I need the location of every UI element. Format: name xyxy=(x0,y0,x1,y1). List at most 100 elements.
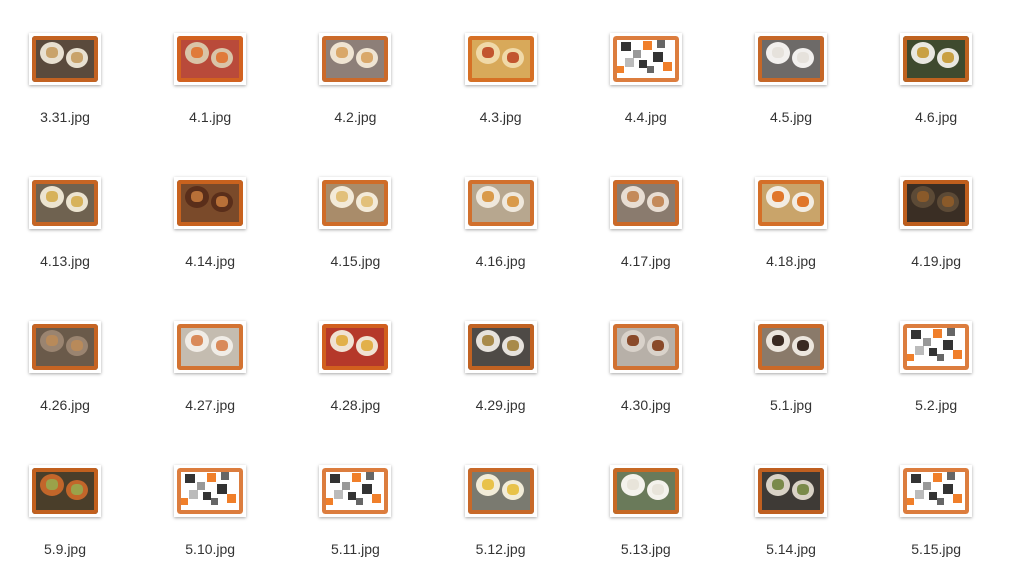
file-name-label[interactable]: 4.26.jpg xyxy=(5,397,125,413)
file-name-label[interactable]: 4.15.jpg xyxy=(295,253,415,269)
food-photo-icon xyxy=(758,324,824,370)
file-name-label[interactable]: 4.17.jpg xyxy=(586,253,706,269)
file-thumbnail[interactable] xyxy=(900,321,972,373)
food-photo-icon xyxy=(758,180,824,226)
file-thumbnail[interactable] xyxy=(900,177,972,229)
food-photo-icon xyxy=(613,180,679,226)
file-thumbnail[interactable] xyxy=(755,465,827,517)
food-photo-icon xyxy=(322,324,388,370)
file-thumbnail[interactable] xyxy=(900,465,972,517)
file-name-label[interactable]: 4.30.jpg xyxy=(586,397,706,413)
file-name-label[interactable]: 4.29.jpg xyxy=(441,397,561,413)
file-thumbnail[interactable] xyxy=(174,321,246,373)
file-thumbnail[interactable] xyxy=(319,177,391,229)
food-photo-icon xyxy=(322,36,388,82)
food-photo-icon xyxy=(903,180,969,226)
food-photo-icon xyxy=(32,180,98,226)
file-item[interactable]: 5.12.jpg xyxy=(441,465,561,585)
file-name-label[interactable]: 5.9.jpg xyxy=(5,541,125,557)
file-name-label[interactable]: 4.2.jpg xyxy=(295,109,415,125)
file-item[interactable]: 5.14.jpg xyxy=(731,465,851,585)
file-name-label[interactable]: 4.5.jpg xyxy=(731,109,851,125)
file-name-label[interactable]: 4.1.jpg xyxy=(150,109,270,125)
file-thumbnail[interactable] xyxy=(610,321,682,373)
file-item[interactable]: 5.1.jpg xyxy=(731,321,851,441)
file-thumbnail[interactable] xyxy=(174,177,246,229)
file-name-label[interactable]: 4.14.jpg xyxy=(150,253,270,269)
file-thumbnail[interactable] xyxy=(900,33,972,85)
file-item[interactable]: 4.26.jpg xyxy=(5,321,125,441)
file-name-label[interactable]: 5.13.jpg xyxy=(586,541,706,557)
file-item[interactable]: 4.27.jpg xyxy=(150,321,270,441)
file-name-label[interactable]: 5.11.jpg xyxy=(295,541,415,557)
file-name-label[interactable]: 5.2.jpg xyxy=(876,397,996,413)
file-item[interactable]: 4.18.jpg xyxy=(731,177,851,297)
file-item[interactable]: 5.2.jpg xyxy=(876,321,996,441)
file-thumbnail[interactable] xyxy=(29,465,101,517)
file-name-label[interactable]: 4.13.jpg xyxy=(5,253,125,269)
file-thumbnail[interactable] xyxy=(755,321,827,373)
file-item[interactable]: 4.19.jpg xyxy=(876,177,996,297)
image-placeholder-icon xyxy=(177,468,243,514)
file-name-label[interactable]: 4.27.jpg xyxy=(150,397,270,413)
file-name-label[interactable]: 4.6.jpg xyxy=(876,109,996,125)
file-thumbnail[interactable] xyxy=(610,177,682,229)
food-photo-icon xyxy=(177,36,243,82)
file-name-label[interactable]: 5.1.jpg xyxy=(731,397,851,413)
file-thumbnail[interactable] xyxy=(610,33,682,85)
file-thumbnail[interactable] xyxy=(319,33,391,85)
file-name-label[interactable]: 5.10.jpg xyxy=(150,541,270,557)
image-placeholder-icon xyxy=(322,468,388,514)
file-name-label[interactable]: 4.3.jpg xyxy=(441,109,561,125)
file-item[interactable]: 4.1.jpg xyxy=(150,33,270,153)
file-thumbnail[interactable] xyxy=(465,177,537,229)
file-name-label[interactable]: 4.28.jpg xyxy=(295,397,415,413)
food-photo-icon xyxy=(177,324,243,370)
file-item[interactable]: 4.15.jpg xyxy=(295,177,415,297)
file-item[interactable]: 4.16.jpg xyxy=(441,177,561,297)
file-item[interactable]: 5.11.jpg xyxy=(295,465,415,585)
file-name-label[interactable]: 3.31.jpg xyxy=(5,109,125,125)
file-item[interactable]: 4.2.jpg xyxy=(295,33,415,153)
file-thumbnail[interactable] xyxy=(319,465,391,517)
file-name-label[interactable]: 5.15.jpg xyxy=(876,541,996,557)
file-item[interactable]: 4.28.jpg xyxy=(295,321,415,441)
file-name-label[interactable]: 5.14.jpg xyxy=(731,541,851,557)
file-item[interactable]: 4.14.jpg xyxy=(150,177,270,297)
food-photo-icon xyxy=(32,468,98,514)
file-item[interactable]: 4.6.jpg xyxy=(876,33,996,153)
file-thumbnail[interactable] xyxy=(29,321,101,373)
food-photo-icon xyxy=(903,36,969,82)
file-name-label[interactable]: 4.18.jpg xyxy=(731,253,851,269)
file-thumbnail[interactable] xyxy=(29,177,101,229)
file-thumbnail[interactable] xyxy=(610,465,682,517)
file-item[interactable]: 5.15.jpg xyxy=(876,465,996,585)
file-item[interactable]: 3.31.jpg xyxy=(5,33,125,153)
file-thumbnail[interactable] xyxy=(29,33,101,85)
file-item[interactable]: 4.4.jpg xyxy=(586,33,706,153)
food-photo-icon xyxy=(468,36,534,82)
file-item[interactable]: 4.30.jpg xyxy=(586,321,706,441)
food-photo-icon xyxy=(613,468,679,514)
file-name-label[interactable]: 4.19.jpg xyxy=(876,253,996,269)
file-thumbnail[interactable] xyxy=(465,33,537,85)
file-thumbnail[interactable] xyxy=(465,321,537,373)
file-name-label[interactable]: 5.12.jpg xyxy=(441,541,561,557)
file-thumbnail[interactable] xyxy=(174,465,246,517)
file-name-label[interactable]: 4.16.jpg xyxy=(441,253,561,269)
file-thumbnail[interactable] xyxy=(755,33,827,85)
file-name-label[interactable]: 4.4.jpg xyxy=(586,109,706,125)
file-thumbnail[interactable] xyxy=(465,465,537,517)
file-thumbnail[interactable] xyxy=(319,321,391,373)
file-item[interactable]: 4.13.jpg xyxy=(5,177,125,297)
file-item[interactable]: 5.13.jpg xyxy=(586,465,706,585)
file-item[interactable]: 5.10.jpg xyxy=(150,465,270,585)
file-item[interactable]: 4.5.jpg xyxy=(731,33,851,153)
file-item[interactable]: 4.3.jpg xyxy=(441,33,561,153)
file-item[interactable]: 4.17.jpg xyxy=(586,177,706,297)
file-item[interactable]: 4.29.jpg xyxy=(441,321,561,441)
file-thumbnail[interactable] xyxy=(755,177,827,229)
file-item[interactable]: 5.9.jpg xyxy=(5,465,125,585)
file-thumbnail[interactable] xyxy=(174,33,246,85)
food-photo-icon xyxy=(322,180,388,226)
